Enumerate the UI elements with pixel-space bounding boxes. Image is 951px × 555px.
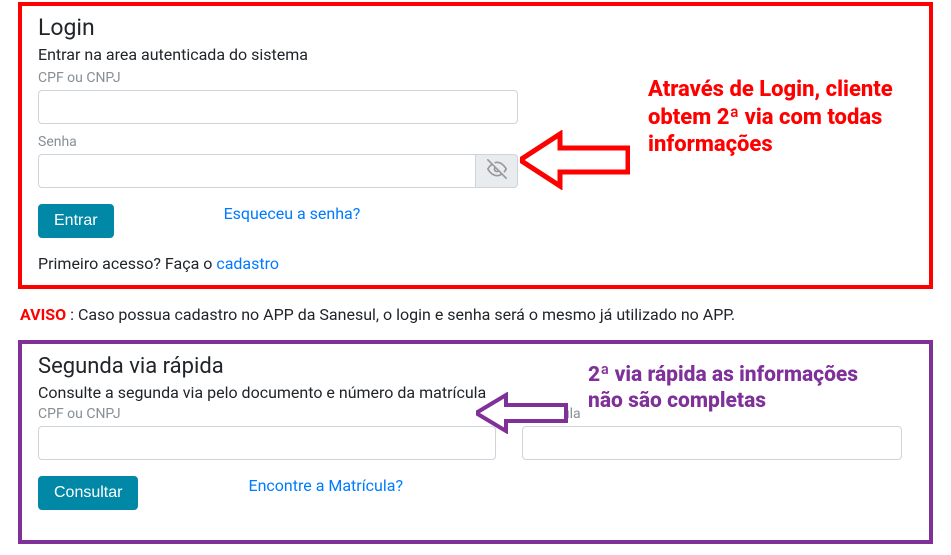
aviso-notice: AVISO : Caso possua cadastro no APP da S… [20,305,931,324]
first-access-text: Primeiro acesso? Faça o cadastro [38,254,913,273]
callout-red-text: Através de Login, cliente obtem 2ª via c… [648,76,908,159]
cadastro-link[interactable]: cadastro [216,254,279,273]
login-subtitle: Entrar na area autenticada do sistema [38,45,913,64]
first-access-prefix: Primeiro acesso? Faça o [38,254,216,273]
aviso-text: : Caso possua cadastro no APP da Sanesul… [66,305,735,324]
find-matricula-link[interactable]: Encontre a Matrícula? [248,476,403,495]
quick-cpf-label: CPF ou CNPJ [38,406,496,422]
matricula-input[interactable] [522,426,902,460]
senha-input[interactable] [38,154,476,188]
aviso-label: AVISO [20,305,66,324]
eye-off-icon [487,159,507,183]
callout-purple-text: 2ª via rápida as informações não são com… [588,362,878,415]
entrar-button[interactable]: Entrar [38,204,114,238]
login-title: Login [38,14,913,41]
consultar-button[interactable]: Consultar [38,476,138,510]
forgot-password-link[interactable]: Esqueceu a senha? [224,204,361,223]
quick-cpf-input[interactable] [38,426,496,460]
cpf-input[interactable] [38,90,518,124]
toggle-password-visibility-button[interactable] [476,154,518,188]
